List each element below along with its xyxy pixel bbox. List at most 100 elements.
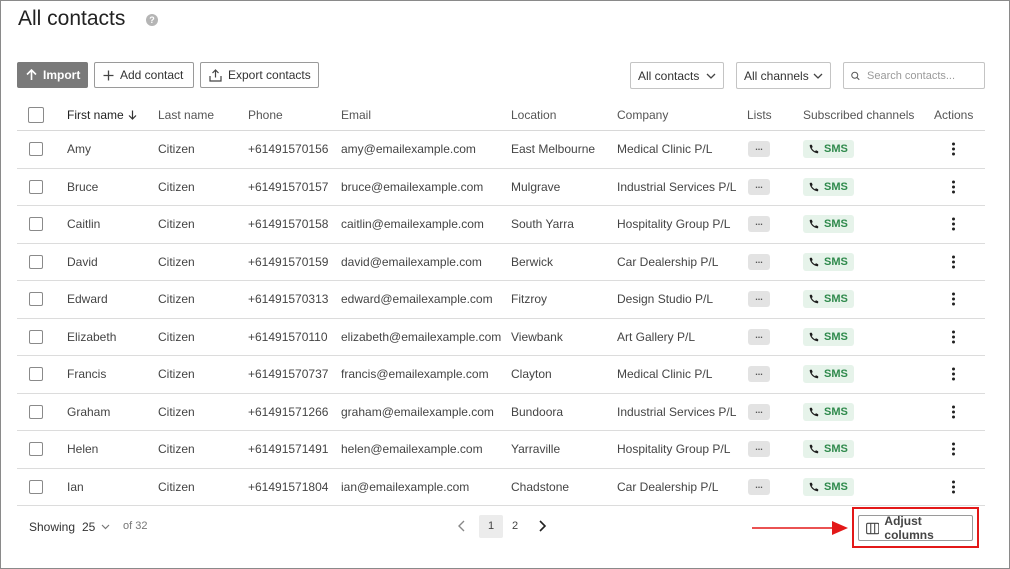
- channel-label: SMS: [824, 330, 848, 343]
- last-name-cell: Citizen: [158, 329, 195, 344]
- search-icon: [851, 71, 860, 80]
- row-checkbox[interactable]: [29, 142, 43, 157]
- more-actions-icon[interactable]: [951, 405, 955, 419]
- first-name-cell: Ian: [67, 479, 84, 494]
- company-cell: Car Dealership P/L: [617, 254, 719, 269]
- channel-label: SMS: [824, 405, 848, 418]
- column-header-location[interactable]: Location: [511, 108, 556, 122]
- table-row[interactable]: Bruce Citizen +61491570157 bruce@emailex…: [17, 169, 985, 206]
- per-page-select[interactable]: 25: [82, 520, 110, 534]
- table-row[interactable]: Ian Citizen +61491571804 ian@emailexampl…: [17, 469, 985, 506]
- phone-cell: +61491571491: [248, 442, 329, 457]
- column-header-phone[interactable]: Phone: [248, 108, 283, 122]
- more-actions-icon[interactable]: [951, 142, 955, 156]
- export-contacts-label: Export contacts: [228, 68, 311, 82]
- export-contacts-button[interactable]: Export contacts: [200, 62, 319, 88]
- table-row[interactable]: David Citizen +61491570159 david@emailex…: [17, 244, 985, 281]
- phone-icon: [809, 482, 819, 492]
- adjust-columns-label: Adjust columns: [884, 514, 934, 542]
- email-cell: helen@emailexample.com: [341, 442, 483, 457]
- lists-badge[interactable]: ...: [748, 216, 770, 233]
- total-count: of 32: [123, 520, 148, 532]
- table-row[interactable]: Graham Citizen +61491571266 graham@email…: [17, 394, 985, 431]
- search-input[interactable]: [867, 69, 977, 82]
- chevron-right-icon[interactable]: [537, 520, 547, 532]
- upload-icon: [209, 68, 222, 82]
- phone-icon: [809, 370, 819, 379]
- column-header-first-name[interactable]: First name: [67, 108, 137, 122]
- phone-icon: [809, 145, 819, 154]
- sms-channel-badge: SMS: [803, 402, 854, 421]
- help-icon[interactable]: ?: [146, 14, 158, 26]
- arrow-up-icon: [26, 69, 37, 80]
- per-page-value: 25: [82, 520, 96, 534]
- more-actions-icon[interactable]: [951, 255, 955, 269]
- column-header-actions: Actions: [934, 108, 974, 122]
- add-contact-label: Add contact: [120, 68, 184, 82]
- sms-channel-badge: SMS: [803, 365, 854, 384]
- annotation-arrow: [752, 521, 848, 535]
- last-name-cell: Citizen: [158, 442, 195, 457]
- column-header-email[interactable]: Email: [341, 108, 371, 122]
- row-checkbox[interactable]: [29, 479, 43, 494]
- lists-badge[interactable]: ...: [748, 328, 770, 345]
- lists-badge[interactable]: ...: [748, 141, 770, 158]
- channel-label: SMS: [824, 143, 848, 156]
- location-cell: Bundoora: [511, 404, 564, 419]
- column-header-company[interactable]: Company: [617, 108, 668, 122]
- more-actions-icon[interactable]: [951, 180, 955, 194]
- more-actions-icon[interactable]: [951, 442, 955, 456]
- channels-filter-dropdown[interactable]: All channels: [736, 62, 831, 89]
- table-header: First name Last name Phone Email Locatio…: [17, 100, 985, 131]
- last-name-cell: Citizen: [158, 404, 195, 419]
- row-checkbox[interactable]: [29, 404, 43, 419]
- row-checkbox[interactable]: [29, 367, 43, 382]
- sms-channel-badge: SMS: [803, 290, 854, 309]
- row-checkbox[interactable]: [29, 254, 43, 269]
- add-contact-button[interactable]: Add contact: [94, 62, 194, 88]
- more-actions-icon[interactable]: [951, 330, 955, 344]
- import-button[interactable]: Import: [17, 62, 88, 88]
- lists-badge[interactable]: ...: [748, 253, 770, 270]
- phone-cell: +61491570158: [248, 217, 329, 232]
- phone-icon: [809, 445, 819, 454]
- sms-channel-badge: SMS: [803, 177, 854, 196]
- phone-cell: +61491570110: [248, 329, 328, 344]
- more-actions-icon[interactable]: [951, 292, 955, 306]
- channel-label: SMS: [824, 218, 848, 231]
- lists-badge[interactable]: ...: [748, 291, 770, 308]
- first-name-cell: Graham: [67, 404, 111, 419]
- table-row[interactable]: Helen Citizen +61491571491 helen@emailex…: [17, 431, 985, 469]
- email-cell: edward@emailexample.com: [341, 292, 493, 307]
- page-2-button[interactable]: 2: [503, 515, 527, 538]
- adjust-columns-button[interactable]: Adjust columns: [858, 514, 973, 542]
- row-checkbox[interactable]: [29, 329, 43, 344]
- lists-badge[interactable]: ...: [748, 178, 770, 195]
- table-row[interactable]: Caitlin Citizen +61491570158 caitlin@ema…: [17, 206, 985, 244]
- lists-badge[interactable]: ...: [748, 403, 770, 420]
- row-checkbox[interactable]: [29, 217, 43, 232]
- more-actions-icon[interactable]: [951, 367, 955, 381]
- search-box[interactable]: [843, 62, 985, 89]
- row-checkbox[interactable]: [29, 292, 43, 307]
- lists-badge[interactable]: ...: [748, 478, 770, 495]
- more-actions-icon[interactable]: [951, 480, 955, 494]
- more-actions-icon[interactable]: [951, 217, 955, 231]
- email-cell: graham@emailexample.com: [341, 404, 494, 419]
- plus-icon: [103, 70, 114, 80]
- chevron-left-icon[interactable]: [457, 520, 467, 532]
- contacts-filter-value: All contacts: [638, 68, 700, 83]
- contacts-filter-dropdown[interactable]: All contacts: [630, 62, 724, 89]
- column-header-last-name[interactable]: Last name: [158, 108, 214, 122]
- table-row[interactable]: Edward Citizen +61491570313 edward@email…: [17, 281, 985, 319]
- table-row[interactable]: Amy Citizen +61491570156 amy@emailexampl…: [17, 131, 985, 169]
- row-checkbox[interactable]: [29, 442, 43, 457]
- lists-badge[interactable]: ...: [748, 441, 770, 458]
- select-all-checkbox[interactable]: [28, 107, 44, 123]
- lists-badge[interactable]: ...: [748, 366, 770, 383]
- location-cell: Clayton: [511, 367, 552, 382]
- table-row[interactable]: Francis Citizen +61491570737 francis@ema…: [17, 356, 985, 394]
- table-row[interactable]: Elizabeth Citizen +61491570110 elizabeth…: [17, 319, 985, 356]
- page-1-button[interactable]: 1: [479, 515, 503, 538]
- row-checkbox[interactable]: [29, 179, 43, 194]
